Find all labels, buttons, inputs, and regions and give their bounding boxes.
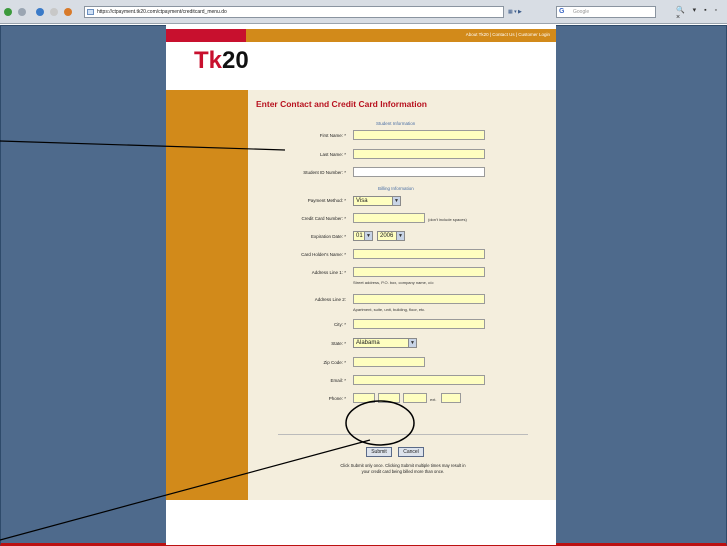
search-placeholder: Google <box>573 9 590 15</box>
address1-input[interactable] <box>353 267 485 277</box>
address1-label: Address Line 1: * <box>311 270 346 275</box>
city-input[interactable] <box>353 319 485 329</box>
phone-area-input[interactable] <box>353 393 375 403</box>
payment-method-select[interactable]: Visa ▼ <box>353 196 401 206</box>
exp-year-value: 2006 <box>380 233 394 239</box>
state-value: Alabama <box>356 340 380 346</box>
expiration-label: Expiration Date: * <box>310 234 346 239</box>
exp-month-value: 01 <box>356 233 363 239</box>
page-icon <box>87 9 94 15</box>
chevron-down-icon: ▼ <box>364 232 372 240</box>
phone-line-input[interactable] <box>403 393 427 403</box>
card-holder-input[interactable] <box>353 249 485 259</box>
phone-prefix-input[interactable] <box>378 393 400 403</box>
submit-warning-line2: your credit card being billed more than … <box>361 469 445 474</box>
feed-controls[interactable]: ▦ ▾ ▶ <box>508 6 552 18</box>
forward-icon[interactable] <box>18 8 26 16</box>
google-icon: G <box>559 8 565 15</box>
ext-label: ext. <box>430 397 437 402</box>
logo-prefix: Tk <box>194 47 223 74</box>
student-info-label: Student Information <box>376 121 416 126</box>
left-sidebar <box>166 90 248 500</box>
chevron-down-icon: ▼ <box>392 197 400 205</box>
billing-info-label: Billing Information <box>378 186 414 191</box>
cc-number-label: Credit Card Number: * <box>301 216 346 221</box>
top-bar: About Tk20 | Contact Us | Customer Login <box>166 29 556 42</box>
card-holder-label: Card Holder's Name: * <box>301 252 346 257</box>
student-id-label: Student ID Number: * <box>303 170 346 175</box>
state-select[interactable]: Alabama ▼ <box>353 338 417 348</box>
student-id-input[interactable] <box>353 167 485 177</box>
last-name-input[interactable] <box>353 149 485 159</box>
chevron-down-icon: ▼ <box>408 339 416 347</box>
email-label: Email: * <box>330 378 346 383</box>
phone-label: Phone: * <box>328 396 346 401</box>
address1-hint: Street address, P.O. box, company name, … <box>353 280 434 285</box>
home-icon[interactable] <box>64 8 72 16</box>
url-text: https://ctpayment.tk20.com/ctpayment/cre… <box>97 9 227 15</box>
form-divider <box>278 434 528 435</box>
payment-form: Enter Contact and Credit Card Informatio… <box>248 90 556 500</box>
cc-hint: (don't include spaces) <box>428 217 467 222</box>
browser-toolbar: https://ctpayment.tk20.com/ctpayment/cre… <box>0 0 727 24</box>
last-name-label: Last Name: * <box>319 152 346 157</box>
stop-icon[interactable] <box>50 8 58 16</box>
exp-month-select[interactable]: 01 ▼ <box>353 231 373 241</box>
zip-input[interactable] <box>353 357 425 367</box>
zip-label: Zip Code: * <box>323 360 346 365</box>
address2-hint: Apartment, suite, unit, building, floor,… <box>353 307 426 312</box>
payment-method-label: Payment Method: * <box>307 198 346 203</box>
top-bar-accent <box>166 29 246 42</box>
refresh-icon[interactable] <box>36 8 44 16</box>
email-input[interactable] <box>353 375 485 385</box>
cc-number-input[interactable] <box>353 213 425 223</box>
address2-input[interactable] <box>353 294 485 304</box>
tk20-logo: Tk20 <box>194 47 249 87</box>
address-bar[interactable]: https://ctpayment.tk20.com/ctpayment/cre… <box>84 6 504 18</box>
state-label: State: * <box>331 341 346 346</box>
phone-ext-input[interactable] <box>441 393 461 403</box>
first-name-input[interactable] <box>353 130 485 140</box>
cancel-button[interactable]: Cancel <box>398 447 424 457</box>
submit-warning: Click Submit only once. Clicking Submit … <box>288 463 518 475</box>
window-controls[interactable]: 🔍 ▾ ▪ ▫ × <box>676 6 727 21</box>
chevron-down-icon: ▼ <box>396 232 404 240</box>
exp-year-select[interactable]: 2006 ▼ <box>377 231 405 241</box>
payment-method-value: Visa <box>356 198 368 204</box>
first-name-label: First Name: * <box>319 133 346 138</box>
back-icon[interactable] <box>4 8 12 16</box>
web-page: About Tk20 | Contact Us | Customer Login… <box>166 25 556 545</box>
city-label: City: * <box>333 322 346 327</box>
form-heading: Enter Contact and Credit Card Informatio… <box>256 99 427 109</box>
search-input[interactable]: G Google <box>556 6 656 18</box>
submit-button[interactable]: Submit <box>366 447 392 457</box>
logo-suffix: 20 <box>222 47 249 74</box>
address2-label: Address Line 2: <box>314 297 346 302</box>
top-nav[interactable]: About Tk20 | Contact Us | Customer Login <box>466 32 550 37</box>
